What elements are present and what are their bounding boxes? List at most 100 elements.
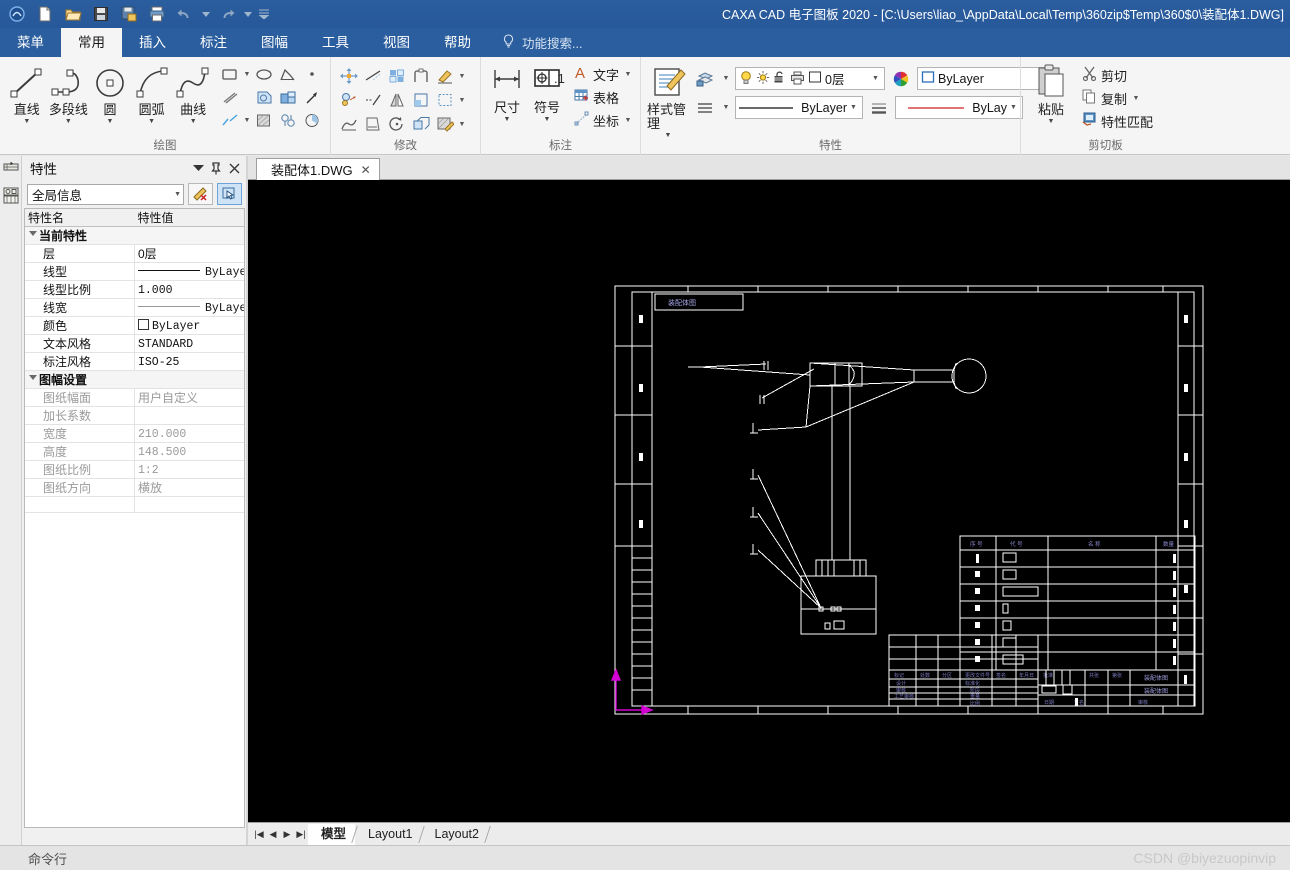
draw-parallel-line-button[interactable] — [218, 86, 242, 108]
chevron-down-icon[interactable]: ▼ — [623, 71, 633, 78]
feature-tree-icon[interactable] — [2, 162, 20, 185]
print-icon[interactable] — [144, 2, 170, 26]
annotate-text-button[interactable]: A 文字 ▼ — [571, 63, 636, 85]
chevron-down-icon[interactable]: ▼ — [665, 132, 672, 139]
annotate-coordinate-button[interactable]: 坐标 ▼ — [571, 109, 636, 131]
draw-ellipse-button[interactable] — [252, 63, 276, 85]
property-group-sheet[interactable]: 图幅设置 — [25, 370, 244, 389]
tab-view[interactable]: 视图 — [366, 28, 427, 57]
draw-centerline-button[interactable] — [218, 109, 242, 131]
annotate-symbol-button[interactable]: .1 符号 ▼ — [527, 61, 567, 123]
draw-hatch-button[interactable] — [252, 109, 276, 131]
chevron-down-icon[interactable]: ▼ — [457, 97, 467, 104]
chevron-down-icon[interactable]: ▼ — [242, 117, 252, 124]
lineweight-icon[interactable] — [867, 97, 891, 119]
pin-icon[interactable] — [207, 159, 225, 177]
lock-icon[interactable] — [773, 70, 787, 88]
chevron-down-icon[interactable]: ▼ — [1048, 118, 1055, 125]
draw-arrow-button[interactable] — [300, 86, 324, 108]
modify-scale-button[interactable] — [409, 113, 433, 135]
undo-icon[interactable] — [172, 2, 198, 26]
property-value[interactable]: 0层 — [134, 244, 244, 263]
save-icon[interactable] — [88, 2, 114, 26]
annotate-dimension-button[interactable]: 尺寸 ▼ — [487, 61, 527, 123]
property-filter-selector[interactable]: 全局信息 ▼ — [27, 183, 184, 205]
chevron-down-icon[interactable]: ▼ — [457, 121, 467, 128]
customize-qat-icon[interactable] — [256, 2, 272, 26]
draw-equation-curve-button[interactable] — [276, 109, 300, 131]
modify-edit-hatch-button[interactable] — [433, 113, 457, 135]
property-row-layer[interactable]: 层 0层 — [25, 244, 244, 263]
prev-icon[interactable]: ◀ — [266, 829, 280, 840]
feature-search[interactable]: 功能搜索... — [502, 28, 582, 57]
property-group-current[interactable]: 当前特性 — [25, 226, 244, 245]
property-row-dim-style[interactable]: 标注风格 ISO-25 — [25, 352, 244, 371]
property-row-linetype[interactable]: 线型 ByLayer — [25, 262, 244, 281]
modify-stretch-button[interactable] — [337, 113, 361, 135]
chevron-down-icon[interactable]: ▼ — [148, 118, 155, 125]
chevron-down-icon[interactable]: ▼ — [504, 116, 511, 123]
modify-move-button[interactable] — [337, 65, 361, 87]
layer-selector[interactable]: 0层 ▼ — [735, 67, 885, 90]
collapse-triangle-icon[interactable] — [29, 375, 37, 380]
layer-manager-icon[interactable] — [693, 68, 717, 90]
tab-annotation[interactable]: 标注 — [183, 28, 244, 57]
chevron-down-icon[interactable]: ▼ — [1007, 104, 1020, 111]
layout-tab-model[interactable]: 模型 — [308, 823, 356, 845]
command-line-bar[interactable]: 命令行 — [0, 845, 1290, 870]
property-row-lineweight[interactable]: 线宽 ByLayer — [25, 298, 244, 317]
property-value[interactable]: 1.000 — [134, 280, 244, 299]
modify-chamfer-button[interactable] — [409, 89, 433, 111]
tab-common[interactable]: 常用 — [61, 28, 122, 57]
redo-icon[interactable] — [214, 2, 240, 26]
chevron-down-icon[interactable]: ▼ — [721, 104, 731, 111]
property-value[interactable]: ByLayer — [134, 316, 244, 335]
chevron-down-icon[interactable]: ▼ — [23, 118, 30, 125]
modify-rotate-button[interactable] — [385, 113, 409, 135]
chevron-down-icon[interactable]: ▼ — [65, 118, 72, 125]
modify-array-button[interactable] — [385, 65, 409, 87]
paste-button[interactable]: 粘贴 ▼ — [1027, 61, 1075, 125]
color-wheel-icon[interactable] — [889, 68, 913, 90]
match-properties-button[interactable]: 特性匹配 — [1079, 110, 1156, 132]
property-row-color[interactable]: 颜色 ByLayer — [25, 316, 244, 335]
chevron-down-icon[interactable]: ▼ — [457, 73, 467, 80]
modify-copy-move-button[interactable] — [337, 89, 361, 111]
design-center-icon[interactable] — [2, 187, 20, 210]
property-value[interactable]: ByLayer — [134, 298, 244, 317]
cut-button[interactable]: 剪切 — [1079, 64, 1156, 86]
draw-line-button[interactable]: 直线 ▼ — [6, 61, 48, 125]
chevron-down-icon[interactable]: ▼ — [544, 116, 551, 123]
chevron-down-icon[interactable] — [189, 159, 207, 177]
linetype-icon[interactable] — [693, 97, 717, 119]
close-icon[interactable]: ✕ — [361, 163, 371, 177]
chevron-down-icon[interactable]: ▼ — [1131, 95, 1141, 102]
drawing-canvas[interactable]: 装配体图 序 号 代 号 名 称 数量 标记 处数 分区 更改文件号 签名 年月… — [248, 180, 1290, 822]
modify-offset-button[interactable] — [433, 89, 457, 111]
open-icon[interactable] — [60, 2, 86, 26]
tab-help[interactable]: 帮助 — [427, 28, 488, 57]
tab-insert[interactable]: 插入 — [122, 28, 183, 57]
property-value[interactable]: ISO-25 — [134, 352, 244, 371]
modify-extend-button[interactable] — [361, 89, 385, 111]
next-icon[interactable]: ▶ — [280, 829, 294, 840]
modify-erase-button[interactable] — [433, 65, 457, 87]
document-tab[interactable]: 装配体1.DWG ✕ — [256, 158, 380, 180]
draw-polygon-button[interactable] — [276, 63, 300, 85]
tab-menu[interactable]: 菜单 — [0, 28, 61, 57]
property-row-text-style[interactable]: 文本风格 STANDARD — [25, 334, 244, 353]
linetype-selector[interactable]: ByLayer ▼ — [735, 96, 863, 119]
properties-grid[interactable]: 特性名 特性值 当前特性 层 0层 线型 ByLayer — [24, 208, 245, 828]
style-manager-button[interactable]: 样式管理 ▼ — [647, 61, 689, 139]
draw-block-button[interactable] — [276, 86, 300, 108]
save-as-icon[interactable] — [116, 2, 142, 26]
chevron-down-icon[interactable]: ▼ — [847, 104, 860, 111]
close-icon[interactable] — [225, 159, 243, 177]
freeze-icon[interactable] — [756, 70, 770, 88]
draw-point-button[interactable] — [300, 63, 324, 85]
draw-polyline-button[interactable]: 多段线 ▼ — [48, 61, 90, 125]
draw-spline-button[interactable]: 曲线 ▼ — [172, 61, 214, 125]
modify-mirror-button[interactable] — [385, 89, 409, 111]
tab-tools[interactable]: 工具 — [305, 28, 366, 57]
undo-dropdown-icon[interactable] — [200, 2, 212, 26]
